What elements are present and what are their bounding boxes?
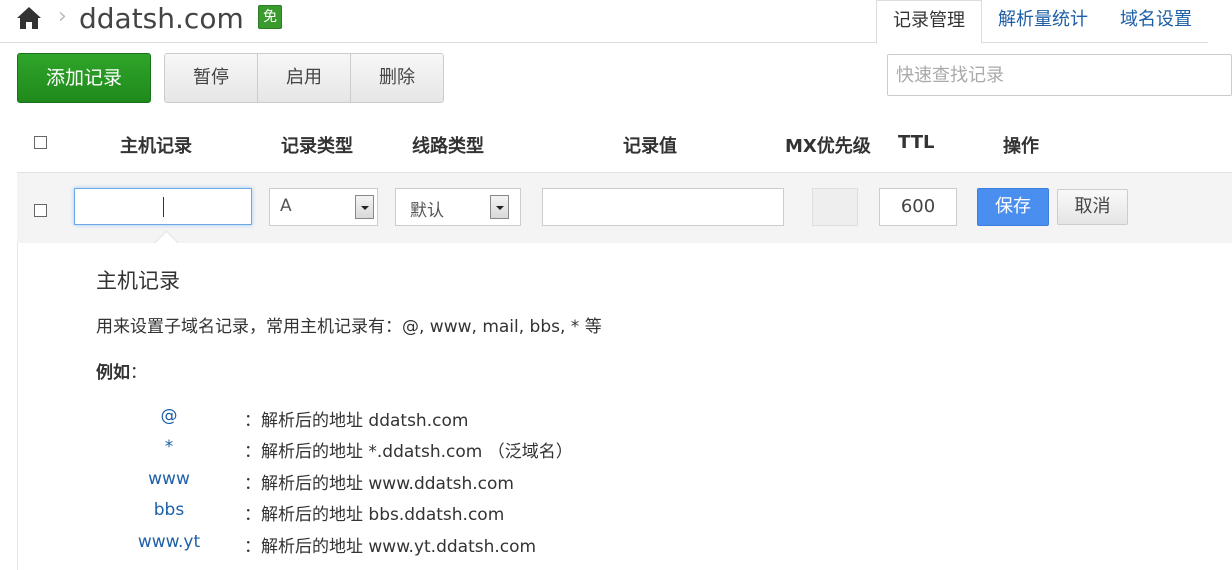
help-title: 主机记录: [96, 269, 180, 293]
tab-resolution-stats[interactable]: 解析量统计: [982, 0, 1104, 43]
ttl-input[interactable]: 600: [879, 188, 957, 226]
example-key: *: [164, 437, 174, 457]
column-header-mx: MX优先级: [785, 136, 871, 157]
example-desc: ：解析后的地址 www.yt.ddatsh.com: [244, 537, 537, 557]
mx-priority-input: [812, 188, 858, 226]
column-header-type: 记录类型: [281, 136, 353, 157]
example-key: www.yt: [137, 532, 201, 552]
tab-bar: 记录管理 解析量统计 域名设置: [876, 0, 1208, 44]
pause-button[interactable]: 暂停: [165, 54, 258, 102]
column-header-ttl: TTL: [898, 132, 935, 153]
example-key: bbs: [153, 500, 185, 520]
chevron-down-icon: [490, 195, 509, 219]
search-input[interactable]: [887, 54, 1232, 96]
select-all-checkbox[interactable]: [34, 136, 47, 149]
column-header-value: 记录值: [623, 136, 677, 157]
line-type-value: 默认: [410, 201, 444, 221]
column-header-line: 线路类型: [412, 136, 484, 157]
column-header-actions: 操作: [1003, 136, 1039, 157]
record-type-select[interactable]: A: [269, 188, 378, 226]
tab-domain-settings[interactable]: 域名设置: [1104, 0, 1208, 43]
enable-button[interactable]: 启用: [258, 54, 351, 102]
text-cursor: [163, 197, 164, 217]
record-type-value: A: [280, 196, 292, 216]
line-type-select[interactable]: 默认: [395, 188, 521, 226]
delete-button[interactable]: 删除: [351, 54, 443, 102]
help-description: 用来设置子域名记录，常用主机记录有：@, www, mail, bbs, * 等: [96, 317, 602, 337]
help-example-heading: 例如：: [96, 358, 147, 383]
save-button[interactable]: 保存: [977, 188, 1049, 226]
help-example-colon: ：: [130, 363, 147, 383]
free-badge: 免: [258, 5, 282, 29]
example-key: www: [148, 469, 190, 489]
tab-record-management[interactable]: 记录管理: [876, 0, 982, 44]
example-desc: ：解析后的地址 *.ddatsh.com （泛域名）: [244, 442, 573, 462]
record-value-input[interactable]: [542, 188, 784, 226]
add-record-button[interactable]: 添加记录: [17, 53, 151, 103]
example-desc: ：解析后的地址 ddatsh.com: [244, 411, 469, 431]
breadcrumb-separator: ›: [58, 4, 67, 29]
help-example-label: 例如: [96, 363, 130, 383]
example-key: @: [160, 406, 178, 426]
chevron-down-icon: [355, 195, 374, 219]
home-icon[interactable]: [16, 6, 42, 30]
domain-title: ddatsh.com: [79, 2, 244, 35]
header-divider: [0, 42, 876, 43]
example-desc: ：解析后的地址 www.ddatsh.com: [244, 474, 514, 494]
row-checkbox[interactable]: [34, 204, 47, 217]
column-header-host: 主机记录: [120, 136, 192, 157]
cancel-button[interactable]: 取消: [1057, 189, 1128, 225]
example-desc: ：解析后的地址 bbs.ddatsh.com: [244, 505, 505, 525]
record-action-group: 暂停 启用 删除: [164, 53, 444, 103]
